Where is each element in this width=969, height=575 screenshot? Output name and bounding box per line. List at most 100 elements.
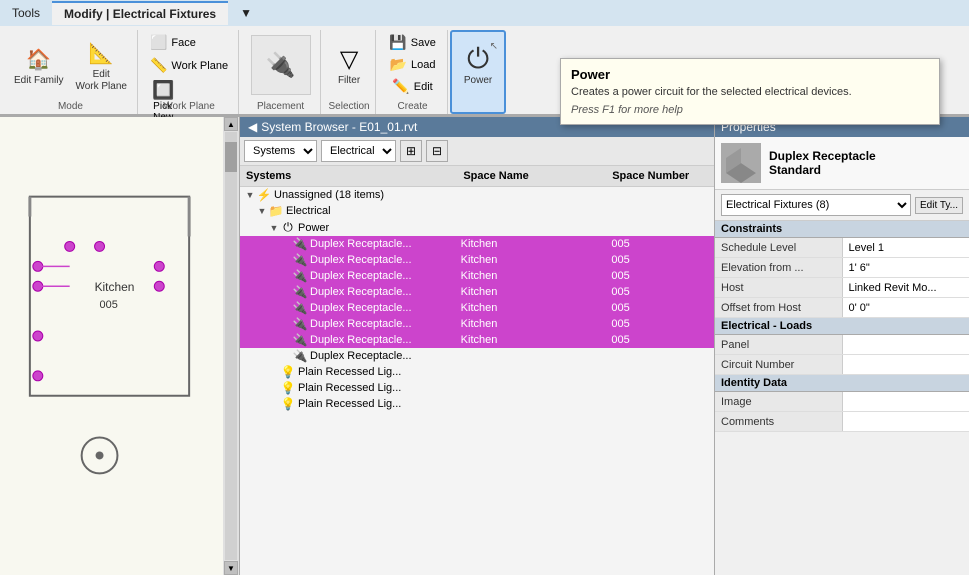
list-item[interactable]: 🔌 Duplex Receptacle... Kitchen 005 [240,300,714,316]
offset-from-host-val[interactable]: 0' 0" [843,298,969,317]
host-key: Host [715,278,843,297]
save-label: Save [411,37,436,49]
list-item[interactable]: 💡 Plain Recessed Lig... [240,396,714,412]
col-space: Space Name [457,168,606,184]
receptacle-icon3: 🔌 [292,269,308,283]
placement-icon[interactable]: 🔌 [251,35,311,95]
receptacle-icon2: 🔌 [292,253,308,267]
systems-dropdown[interactable]: Systems [244,140,317,162]
work-plane-button[interactable]: 📏 Work Plane [146,55,232,76]
comments-val[interactable] [843,412,969,431]
list-item[interactable]: 🔌 Duplex Receptacle... Kitchen 005 [240,316,714,332]
image-val[interactable] [843,392,969,411]
load-icon: 📂 [390,56,407,73]
list-item[interactable]: 🔌 Duplex Receptacle... Kitchen 005 [240,284,714,300]
list-item[interactable]: 🔌 Duplex Receptacle... Kitchen 005 [240,236,714,252]
edit-icon: ✏️ [392,78,409,95]
ribbon-group-mode: 🏠 Edit Family 📐 EditWork Plane Mode [4,30,138,114]
face-label: Face [171,37,195,49]
list-item[interactable]: 💡 Plain Recessed Lig... [240,380,714,396]
row4-label: Duplex Receptacle... [310,286,457,298]
tab-dropdown-arrow[interactable]: ▼ [228,2,264,24]
row2-space: Kitchen [457,254,608,266]
browser-toolbar: Systems Electrical ⊞ ⊟ [240,137,714,166]
panel-row: Panel [715,335,969,355]
row1-number: 005 [607,238,714,250]
power-content: ⏻ Power ↖ [458,34,498,110]
list-item[interactable]: 🔌 Duplex Receptacle... [240,348,714,364]
edit-type-button[interactable]: Edit Ty... [915,197,963,214]
save-button[interactable]: 💾 Save [385,32,440,53]
edit-work-plane-icon: 📐 [85,37,117,69]
filter-icon: ▽ [333,43,365,75]
scroll-up-arrow[interactable]: ▲ [224,117,238,131]
power-label: Power [464,75,492,87]
svg-text:005: 005 [100,299,118,311]
elevation-from-row: Elevation from ... 1' 6" [715,258,969,278]
row2-label: Duplex Receptacle... [310,254,457,266]
browser-panel-wrapper: ◀ System Browser - E01_01.rvt Systems El… [240,117,969,575]
toggle-power[interactable]: ▼ [268,223,280,233]
scroll-down-arrow[interactable]: ▼ [224,561,238,575]
browser-content[interactable]: ▼ ⚡ Unassigned (18 items) ▼ 📁 Electrical… [240,187,714,575]
load-label: Load [411,59,435,71]
face-button[interactable]: ⬜ Face [146,32,200,53]
list-item[interactable]: ▼ ⏻ Power [240,219,714,236]
electrical-icon: 📁 [268,204,284,218]
row1-label: Duplex Receptacle... [310,238,457,250]
work-plane-label: Work Plane [171,60,228,72]
tooltip-title: Power [571,67,929,82]
vertical-scrollbar[interactable]: ▲ ▼ [223,117,239,575]
light-icon2: 💡 [280,381,296,395]
collapse-icon[interactable]: ◀ [248,120,257,134]
row5-space: Kitchen [457,302,608,314]
tab-tools[interactable]: Tools [0,2,52,24]
browser-icon2[interactable]: ⊟ [426,140,448,162]
tab-modify-electrical[interactable]: Modify | Electrical Fixtures [52,1,228,25]
properties-panel: Properties Duplex Receptacle Standard El… [715,117,969,575]
list-item[interactable]: 💡 Plain Recessed Lig... [240,364,714,380]
power-label: Power [298,222,714,234]
edit-button[interactable]: ✏️ Edit [388,76,436,97]
load-button[interactable]: 📂 Load [386,54,440,75]
edit-family-button[interactable]: 🏠 Edit Family [10,41,67,89]
filter-label: Filter [338,75,360,87]
toggle-electrical[interactable]: ▼ [256,206,268,216]
browser-icon1[interactable]: ⊞ [400,140,422,162]
col-number: Space Number [606,168,714,184]
panel-val[interactable] [843,335,969,354]
filter-button[interactable]: ▽ Filter [329,41,369,89]
list-item[interactable]: 🔌 Duplex Receptacle... Kitchen 005 [240,252,714,268]
list-item[interactable]: ▼ ⚡ Unassigned (18 items) [240,187,714,203]
schedule-level-val[interactable]: Level 1 [843,238,969,257]
list-item[interactable]: 🔌 Duplex Receptacle... Kitchen 005 [240,268,714,284]
elevation-from-val[interactable]: 1' 6" [843,258,969,277]
host-val: Linked Revit Mo... [843,278,969,297]
list-item[interactable]: ▼ 📁 Electrical [240,203,714,219]
scroll-thumb[interactable] [225,142,237,172]
circuit-number-val[interactable] [843,355,969,374]
edit-work-plane-button[interactable]: 📐 EditWork Plane [71,35,131,95]
row7-number: 005 [607,334,714,346]
save-icon: 💾 [389,34,406,51]
receptacle-icon: 🔌 [292,237,308,251]
electrical-loads-section-header: Electrical - Loads [715,318,969,335]
identity-data-section-header: Identity Data [715,375,969,392]
unassigned-icon: ⚡ [256,188,272,202]
scroll-track[interactable] [225,132,237,560]
list-item[interactable]: 🔌 Duplex Receptacle... Kitchen 005 [240,332,714,348]
unassigned-label: Unassigned (18 items) [274,189,714,201]
toggle-unassigned[interactable]: ▼ [244,190,256,200]
workplane-group-label: Work Plane [140,101,238,112]
electrical-dropdown[interactable]: Electrical [321,140,396,162]
type-selector-dropdown[interactable]: Electrical Fixtures (8) [721,194,911,216]
room-label: Kitchen [95,280,135,294]
row4-number: 005 [607,286,714,298]
comments-key: Comments [715,412,843,431]
power-button[interactable]: ⏻ Power ↖ [458,41,498,89]
edit-label: Edit [414,81,433,93]
system-browser: ◀ System Browser - E01_01.rvt Systems El… [240,117,715,575]
ribbon-group-placement: 🔌 Placement [241,30,321,114]
row3-space: Kitchen [457,270,608,282]
circuit-number-key: Circuit Number [715,355,843,374]
